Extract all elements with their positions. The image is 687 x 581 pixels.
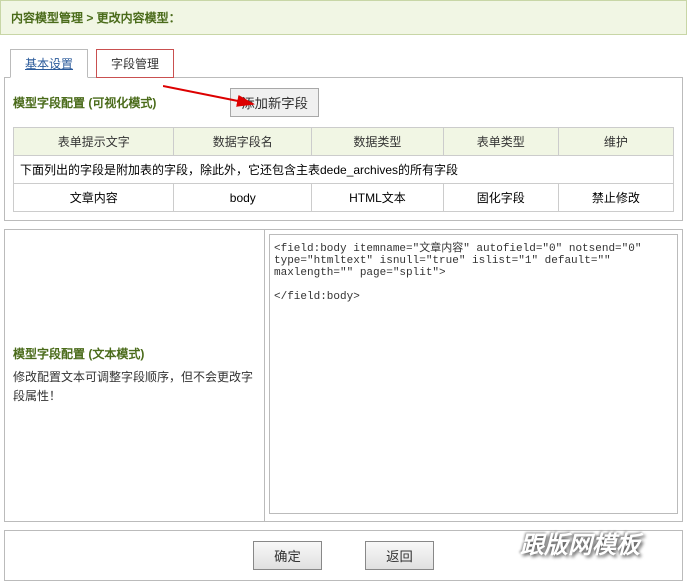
confirm-button[interactable]: 确定 [253,541,322,570]
table-note-row: 下面列出的字段是附加表的字段，除此外，它还包含主表dede_archives的所… [14,156,674,184]
th-type: 数据类型 [312,128,443,156]
button-row: 确定 返回 [4,530,683,581]
th-prompt: 表单提示文字 [14,128,174,156]
config-textarea[interactable] [269,234,678,514]
cell-type: HTML文本 [312,184,443,212]
tab-basic[interactable]: 基本设置 [10,49,88,78]
visual-config-title: 模型字段配置 (可视化模式) [13,94,156,111]
table-note: 下面列出的字段是附加表的字段，除此外，它还包含主表dede_archives的所… [14,156,674,184]
cell-form-type: 固化字段 [443,184,558,212]
fields-table: 表单提示文字 数据字段名 数据类型 表单类型 维护 下面列出的字段是附加表的字段… [13,127,674,212]
back-button[interactable]: 返回 [365,541,434,570]
tabs: 基本设置 字段管理 [0,35,687,78]
tab-fields[interactable]: 字段管理 [96,49,174,78]
th-field: 数据字段名 [174,128,312,156]
th-maintain: 维护 [558,128,673,156]
add-field-button[interactable]: 添加新字段 [230,88,319,117]
breadcrumb: 内容模型管理 > 更改内容模型： [0,0,687,35]
text-config-section: 模型字段配置 (文本模式) 修改配置文本可调整字段顺序，但不会更改字段属性！ [4,229,683,522]
text-config-title: 模型字段配置 (文本模式) [13,345,256,362]
text-config-desc: 修改配置文本可调整字段顺序，但不会更改字段属性！ [13,368,256,406]
table-header-row: 表单提示文字 数据字段名 数据类型 表单类型 维护 [14,128,674,156]
cell-maintain: 禁止修改 [558,184,673,212]
text-config-left: 模型字段配置 (文本模式) 修改配置文本可调整字段顺序，但不会更改字段属性！ [5,230,265,521]
cell-prompt: 文章内容 [14,184,174,212]
text-config-right [265,230,682,521]
th-form-type: 表单类型 [443,128,558,156]
table-row: 文章内容 body HTML文本 固化字段 禁止修改 [14,184,674,212]
panel-visual: 模型字段配置 (可视化模式) 添加新字段 表单提示文字 数据字段名 数据类型 表… [4,77,683,221]
visual-config-header: 模型字段配置 (可视化模式) 添加新字段 [13,88,674,117]
cell-field: body [174,184,312,212]
